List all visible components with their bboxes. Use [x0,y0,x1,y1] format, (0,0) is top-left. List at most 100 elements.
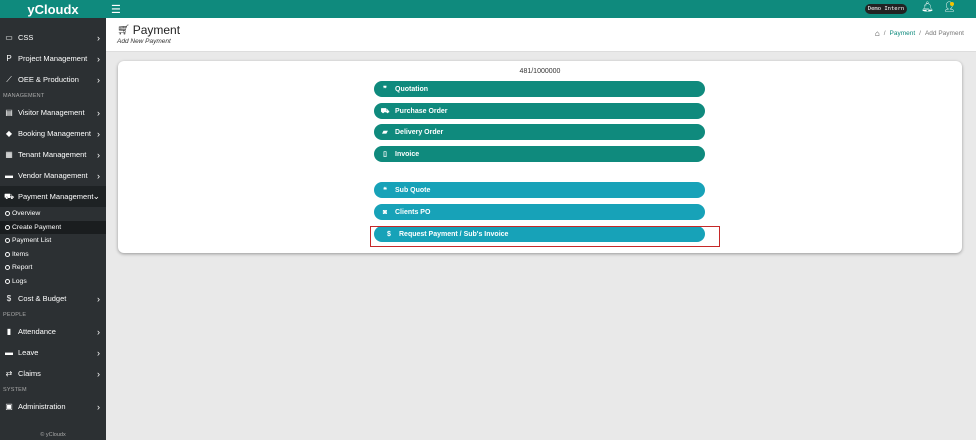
submenu-item-label: Create Payment [12,223,62,231]
sidebar-item-label: Payment Management [18,192,94,201]
button-label: Sub Quote [395,186,431,194]
circle-icon [5,211,10,217]
chevron-right-icon: › [97,401,100,412]
breadcrumb-payment[interactable]: Payment [890,30,916,37]
submenu-item-create-payment[interactable]: Create Payment [0,220,106,234]
submenu-item-report[interactable]: Report [0,261,106,275]
sidebar-item-label: OEE & Production [18,75,79,84]
sidebar-item-payment-management[interactable]: ⛟ Payment Management ⌄ [0,186,106,207]
sidebar-item-administration[interactable]: ▣ Administration › [0,396,106,417]
suitcase-icon: ▬ [5,348,13,357]
chevron-right-icon: › [97,107,100,118]
circle-icon [5,238,10,244]
bookmark-icon: ▮ [6,327,12,336]
submenu-item-items[interactable]: Items [0,248,106,262]
admin-icon: ▣ [5,402,13,411]
breadcrumb-separator: / [919,30,921,37]
section-management: MANAGEMENT [3,93,45,99]
circle-icon [5,224,10,230]
invoice-button[interactable]: ▯ Invoice [374,146,705,162]
sidebar-item-project-management[interactable]: P Project Management › [0,48,106,69]
submenu-item-label: Overview [12,210,41,218]
sidebar-item-label: Booking Management [18,129,91,138]
payment-counter: 481/1000000 [519,68,561,75]
bell-icon[interactable]: 🔔︎ [921,2,934,13]
exchange-icon: ⇄ [5,369,13,378]
id-card-icon: ▤ [5,108,13,117]
truck-icon: ▰ [382,129,388,136]
clients-po-button[interactable]: ◙ Clients PO [374,204,705,220]
sidebar-item-claims[interactable]: ⇄ Claims › [0,363,106,384]
sidebar-item-oee-production[interactable]: ⟋ OEE & Production › [0,69,106,90]
tag-icon: ◆ [5,129,13,138]
quotation-button[interactable]: ❞ Quotation [374,81,705,97]
page-title: 🛒︎ Payment [117,23,180,37]
dollar-icon: $ [6,294,12,303]
highlight-box [370,226,720,247]
chevron-right-icon: › [97,74,100,85]
chart-icon: ⟋ [6,74,12,84]
cart-icon: 🛒︎ [117,24,130,36]
sidebar-item-visitor-management[interactable]: ▤ Visitor Management › [0,102,106,123]
submenu-item-label: Report [12,264,33,272]
section-people: PEOPLE [3,312,27,318]
sidebar-item-vendor-management[interactable]: ▬ Vendor Management › [0,165,106,186]
building-icon: ▦ [5,150,13,159]
chevron-right-icon: › [97,326,100,337]
sidebar-item-label: Visitor Management [18,108,85,117]
sidebar-item-attendance[interactable]: ▮ Attendance › [0,321,106,342]
chevron-right-icon: › [97,293,100,304]
chevron-right-icon: › [97,170,100,181]
sidebar-item-cost-budget[interactable]: $ Cost & Budget › [0,288,106,309]
sidebar-item-label: Vendor Management [18,171,88,180]
breadcrumb-add-payment: Add Payment [924,30,964,37]
chevron-right-icon: › [97,128,100,139]
chevron-right-icon: › [97,347,100,358]
quote-icon: ❝ [383,187,387,194]
submenu-item-overview[interactable]: Overview [0,207,106,221]
sidebar: yCloudx ▭ CSS › P Project Management › ⟋… [0,0,106,440]
chevron-right-icon: › [97,53,100,64]
sidebar-item-booking-management[interactable]: ◆ Booking Management › [0,123,106,144]
purchase-order-button[interactable]: ⛟ Purchase Order [374,103,705,119]
hamburger-menu-icon[interactable]: ☰ [111,3,121,16]
sidebar-item-label: Attendance [18,327,56,336]
circle-icon [5,278,10,284]
submenu-item-payment-list[interactable]: Payment List [0,234,106,248]
circle-icon [5,265,10,271]
money-icon: ◙ [382,208,388,216]
page-header: 🛒︎ Payment Add New Payment ⌂ / Payment /… [106,18,976,52]
sidebar-item-label: Cost & Budget [18,294,67,303]
monitor-icon: ▭ [5,33,13,42]
file-icon: ▯ [383,151,387,158]
sidebar-item-label: Leave [18,348,39,357]
sidebar-item-label: CSS [18,33,34,42]
topbar: ☰ Demo Intern 🔔︎ 👤︎ [106,0,976,18]
page-subtitle: Add New Payment [117,38,171,45]
quote-icon: ❞ [383,86,387,93]
sidebar-item-css[interactable]: ▭ CSS › [0,27,106,48]
notification-dot [950,2,954,6]
chevron-right-icon: › [97,32,100,43]
submenu-item-logs[interactable]: Logs [0,275,106,289]
sidebar-item-tenant-management[interactable]: ▦ Tenant Management › [0,144,106,165]
button-label: Purchase Order [395,107,448,115]
sidebar-item-label: Tenant Management [18,150,87,159]
sidebar-item-leave[interactable]: ▬ Leave › [0,342,106,363]
payment-submenu: Overview Create Payment Payment List Ite… [0,207,106,288]
sidebar-item-label: Administration [18,402,66,411]
user-badge[interactable]: Demo Intern [865,4,907,14]
sub-quote-button[interactable]: ❝ Sub Quote [374,182,705,198]
chevron-right-icon: › [97,149,100,160]
submenu-item-label: Items [12,250,29,258]
home-icon[interactable]: ⌂ [875,29,880,38]
chevron-down-icon: ⌄ [92,191,100,201]
vendor-icon: ▬ [5,171,13,180]
delivery-order-button[interactable]: ▰ Delivery Order [374,124,705,140]
p-icon: P [6,54,12,63]
submenu-item-label: Logs [12,277,27,285]
breadcrumb-separator: / [883,30,886,37]
brand-logo[interactable]: yCloudx [0,0,106,18]
sidebar-item-label: Project Management [18,54,88,63]
sidebar-item-label: Claims [18,369,41,378]
